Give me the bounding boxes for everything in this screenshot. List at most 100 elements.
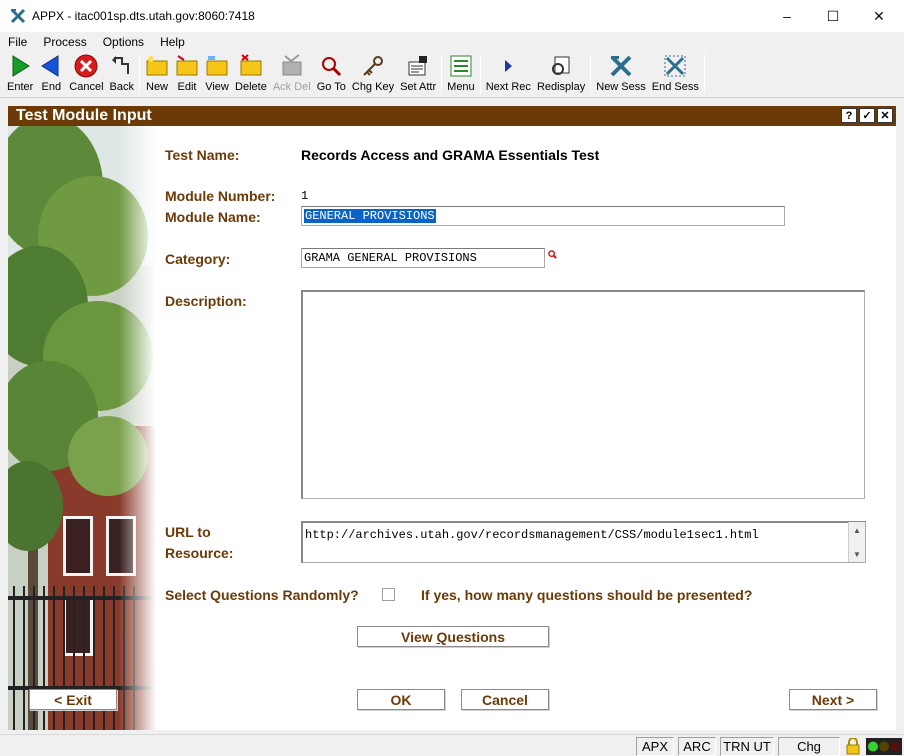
menu-button[interactable]: Menu [444, 52, 478, 96]
side-decorative-image [8, 126, 156, 730]
menu-options[interactable]: Options [95, 35, 152, 49]
module-number-label: Module Number: [165, 188, 276, 204]
new-sess-button[interactable]: New Sess [593, 52, 649, 96]
appx-logo-icon [10, 8, 26, 24]
close-icon: ✕ [873, 7, 885, 24]
status-mode: Chg [778, 737, 840, 756]
view-questions-text-prefix: View [400, 628, 437, 645]
new-button[interactable]: New [142, 52, 172, 96]
status-trn: TRN UT [720, 737, 774, 756]
enter-arrow-icon [12, 55, 31, 77]
minimize-icon: – [783, 8, 791, 24]
delete-folder-icon [240, 54, 262, 76]
description-textarea[interactable] [301, 290, 865, 499]
url-value: http://archives.utah.gov/recordsmanageme… [305, 528, 759, 542]
goto-button[interactable]: Go To [314, 52, 349, 96]
delete-button[interactable]: Delete [232, 52, 270, 96]
test-name-value: Records Access and GRAMA Essentials Test [301, 147, 600, 163]
appx-window: APPX - itac001sp.dts.utah.gov:8060:7418 … [0, 0, 904, 756]
magnifier-icon [322, 57, 342, 77]
next-record-icon [505, 60, 513, 72]
toolbar-separator [703, 54, 705, 94]
lookup-magnifier-icon[interactable] [548, 250, 557, 259]
help-button[interactable]: ? [841, 108, 857, 123]
category-label: Category: [165, 251, 231, 267]
cancel-form-label: Cancel [482, 691, 528, 708]
end-arrow-icon [41, 55, 59, 77]
view-folder-icon [206, 56, 228, 76]
view-label: View [205, 81, 229, 93]
chg-key-button[interactable]: Chg Key [349, 52, 397, 96]
ack-delete-icon [282, 54, 302, 76]
close-window-button[interactable]: ✕ [856, 0, 902, 32]
set-attr-button[interactable]: Set Attr [397, 52, 439, 96]
end-session-icon [664, 55, 686, 77]
key-icon [363, 56, 383, 76]
help-icon: ? [845, 109, 853, 122]
status-apx-text: APX [641, 739, 668, 754]
new-folder-icon [146, 56, 168, 76]
accept-button[interactable]: ✓ [859, 108, 875, 123]
cancel-label: Cancel [69, 81, 104, 93]
menu-label: Menu [447, 81, 475, 93]
ok-button[interactable]: OK [357, 689, 445, 710]
module-name-label: Module Name: [165, 209, 261, 225]
menu-process[interactable]: Process [35, 35, 94, 49]
scroll-down-icon[interactable]: ▼ [849, 546, 865, 562]
edit-label: Edit [177, 81, 197, 93]
back-button[interactable]: Back [107, 52, 137, 96]
view-questions-button[interactable]: View Questions [357, 626, 549, 647]
enter-button[interactable]: Enter [4, 52, 36, 96]
scroll-track [849, 538, 865, 546]
module-name-field[interactable]: GENERAL PROVISIONS [301, 206, 785, 226]
toolbar: Enter End Cancel Back New Edit View Dele… [0, 52, 904, 98]
ack-del-button: Ack Del [270, 52, 314, 96]
cancel-form-button[interactable]: Cancel [461, 689, 549, 710]
url-textarea[interactable]: http://archives.utah.gov/recordsmanageme… [301, 521, 866, 563]
new-label: New [146, 81, 169, 93]
url-label-line2: Resource: [165, 545, 234, 561]
cancel-button[interactable]: Cancel [66, 52, 106, 96]
edit-folder-icon [176, 55, 198, 76]
title-bar: APPX - itac001sp.dts.utah.gov:8060:7418 … [0, 0, 904, 32]
minimize-button[interactable]: – [764, 0, 810, 32]
set-attr-icon [408, 56, 428, 76]
scroll-up-icon[interactable]: ▲ [849, 522, 865, 538]
close-form-button[interactable]: ✕ [877, 108, 893, 123]
redisplay-label: Redisplay [536, 81, 586, 93]
random-questions-label: Select Questions Randomly? [165, 587, 359, 603]
redisplay-button[interactable]: Redisplay [534, 52, 588, 96]
next-button[interactable]: Next > [789, 689, 877, 710]
next-rec-button[interactable]: Next Rec [483, 52, 534, 96]
status-apx: APX [636, 737, 674, 756]
url-scrollbar[interactable]: ▲ ▼ [848, 522, 865, 562]
toolbar-separator [441, 54, 443, 94]
form-title: Test Module Input [16, 107, 152, 124]
end-button[interactable]: End [36, 52, 66, 96]
maximize-icon: ☐ [826, 7, 840, 24]
how-many-questions-label: If yes, how many questions should be pre… [421, 587, 753, 603]
edit-button[interactable]: Edit [172, 52, 202, 96]
toolbar-separator [479, 54, 481, 94]
end-label: End [41, 81, 62, 93]
status-bar: APX ARC TRN UT Chg [0, 734, 904, 756]
end-sess-button[interactable]: End Sess [649, 52, 702, 96]
back-label: Back [109, 81, 135, 93]
toolbar-separator [590, 54, 592, 94]
exit-button[interactable]: < Exit [29, 689, 117, 710]
status-arc: ARC [678, 737, 716, 756]
view-questions-accelerator: Q [436, 628, 448, 645]
view-button[interactable]: View [202, 52, 232, 96]
back-icon [111, 56, 129, 74]
menu-file[interactable]: File [0, 35, 35, 49]
description-label: Description: [165, 293, 247, 309]
view-questions-text-suffix: uestions [447, 628, 505, 645]
goto-label: Go To [316, 81, 346, 93]
close-icon: ✕ [880, 110, 890, 122]
category-value: GRAMA GENERAL PROVISIONS [304, 251, 477, 265]
maximize-button[interactable]: ☐ [810, 0, 856, 32]
menu-help[interactable]: Help [152, 35, 193, 49]
category-field[interactable]: GRAMA GENERAL PROVISIONS [301, 248, 545, 268]
menu-bar: File Process Options Help [0, 32, 904, 52]
random-questions-checkbox[interactable] [382, 588, 395, 601]
